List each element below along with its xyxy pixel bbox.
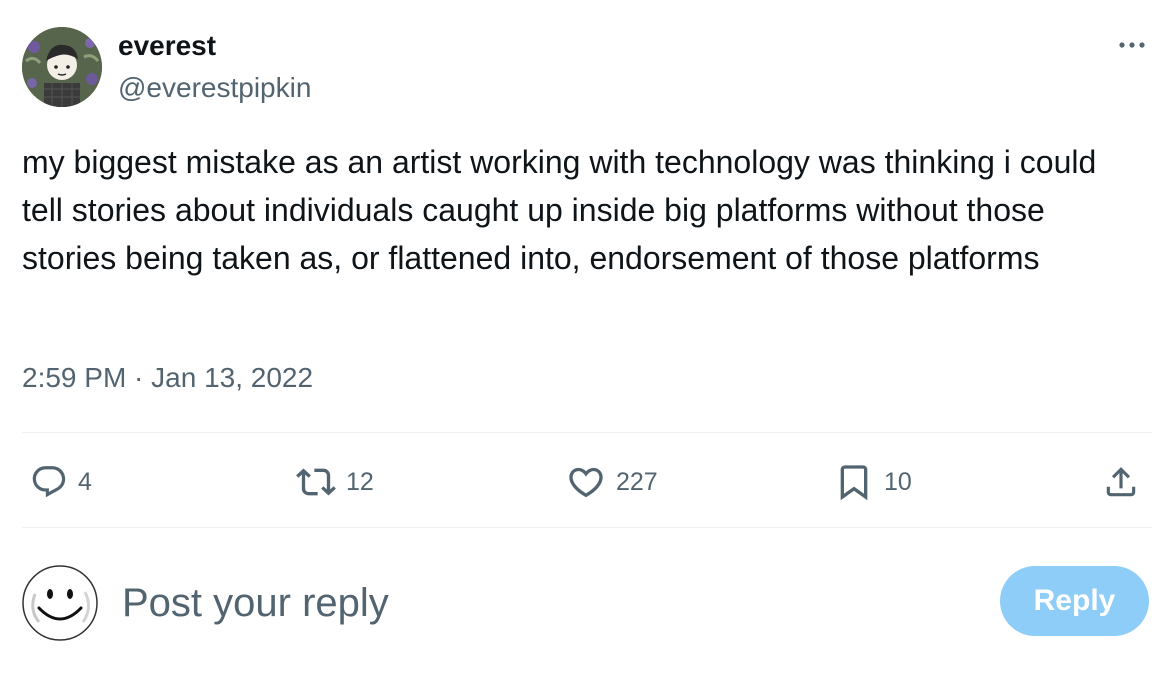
repost-icon xyxy=(296,462,336,502)
bookmark-icon xyxy=(834,462,874,502)
tweet-timestamp[interactable]: 2:59 PM · Jan 13, 2022 xyxy=(22,362,313,394)
repost-button[interactable]: 12 xyxy=(296,460,374,504)
share-icon xyxy=(1102,463,1140,501)
user-avatar xyxy=(21,564,99,642)
like-count: 227 xyxy=(616,467,658,496)
divider-top xyxy=(22,432,1152,433)
repost-count: 12 xyxy=(346,467,374,496)
reply-input[interactable] xyxy=(122,578,882,628)
bookmark-count: 10 xyxy=(884,467,912,496)
author-display-name[interactable]: everest xyxy=(118,30,216,62)
author-avatar[interactable] xyxy=(22,27,102,107)
divider-bottom xyxy=(22,527,1152,528)
reply-icon xyxy=(30,463,68,501)
reply-button[interactable]: 4 xyxy=(30,460,92,504)
reply-count: 4 xyxy=(78,467,92,496)
reply-submit-button[interactable]: Reply xyxy=(1000,566,1149,636)
heart-icon xyxy=(566,462,606,502)
like-button[interactable]: 227 xyxy=(566,460,658,504)
author-handle[interactable]: @everestpipkin xyxy=(118,72,311,104)
bookmark-button[interactable]: 10 xyxy=(834,460,912,504)
share-button[interactable] xyxy=(1102,460,1140,504)
tweet-text: my biggest mistake as an artist working … xyxy=(22,144,1097,276)
more-icon[interactable] xyxy=(1112,30,1152,60)
